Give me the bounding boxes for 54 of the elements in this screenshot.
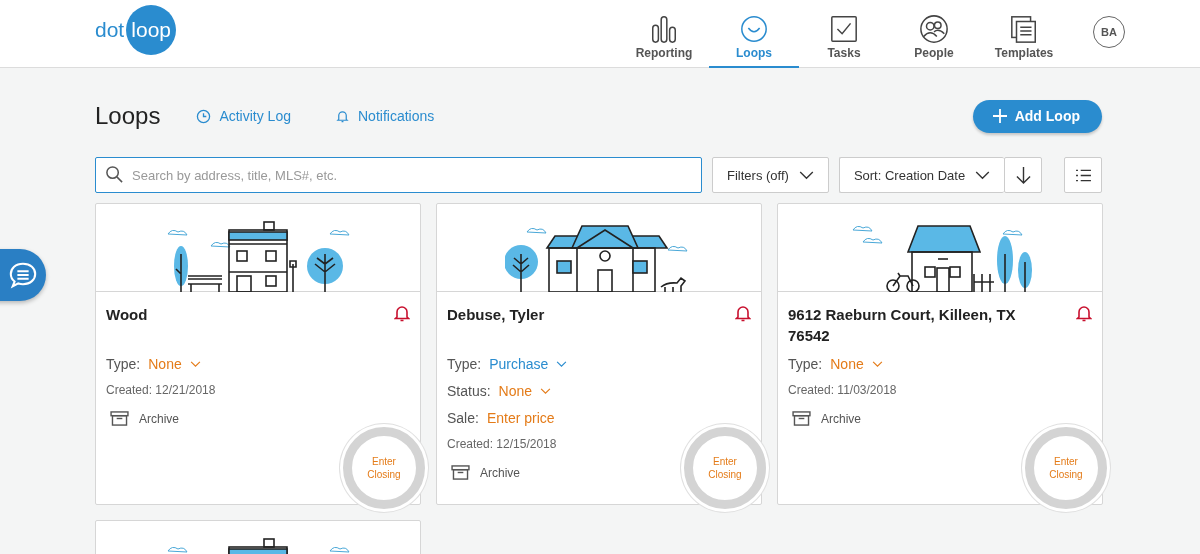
list-view-button[interactable] [1064, 157, 1102, 193]
loop-title[interactable]: Debuse, Tyler [447, 304, 545, 325]
created-date: Created: 12/15/2018 [447, 437, 558, 451]
created-date: Created: 11/03/2018 [788, 383, 898, 397]
field-label: Type: [447, 356, 482, 372]
chevron-down-icon [189, 360, 201, 368]
field-label: Sale: [447, 410, 479, 426]
archive-box-icon [110, 411, 129, 426]
bell-icon[interactable] [1076, 304, 1092, 322]
arrow-down-icon [1015, 165, 1031, 185]
bell-icon[interactable] [394, 304, 410, 322]
nav-tab[interactable]: Reporting [619, 0, 709, 68]
bar-chart-icon [649, 13, 679, 44]
archive-link[interactable]: Archive [451, 465, 520, 480]
nav-tab[interactable]: Loops [709, 0, 799, 68]
plus-icon [992, 109, 1007, 123]
people-icon [919, 13, 949, 44]
loop-title[interactable]: Wood [106, 304, 148, 325]
smile-circle-icon [739, 13, 769, 44]
chevron-down-icon [540, 387, 552, 395]
dotloop-logo[interactable]: dot loop [95, 4, 177, 55]
field-label: Status: [447, 383, 491, 399]
clock-icon [196, 108, 212, 124]
nav-tab[interactable]: Tasks [799, 0, 889, 68]
nav-tab[interactable]: People [889, 0, 979, 68]
chevron-down-icon [556, 360, 568, 368]
chat-button[interactable] [0, 249, 46, 301]
list-icon [1074, 168, 1092, 182]
archive-box-icon [792, 411, 811, 426]
logo-text: dot [95, 17, 125, 42]
sort-dropdown[interactable]: Sort: Creation Date [838, 157, 1005, 193]
bell-icon[interactable] [735, 304, 751, 322]
bell-icon [335, 108, 350, 124]
field-label: Type: [106, 356, 141, 372]
field-dropdown[interactable]: Purchase [489, 356, 568, 372]
chevron-down-icon [975, 170, 991, 180]
search-field[interactable]: Search by address, title, MLS#, etc. [95, 157, 702, 193]
field-label: Type: [788, 356, 823, 372]
add-loop-button[interactable]: Add Loop [972, 99, 1102, 133]
chevron-down-icon [871, 360, 883, 368]
archive-link[interactable]: Archive [110, 411, 179, 426]
filters-dropdown[interactable]: Filters (off) [712, 157, 829, 193]
page-title: Loops [95, 102, 161, 130]
chevron-down-icon [798, 170, 814, 180]
archive-link[interactable]: Archive [792, 411, 861, 426]
loop-title[interactable]: 9612 Raeburn Court, Killeen, TX 76542 [788, 304, 1058, 346]
archive-box-icon [451, 465, 470, 480]
nav-tab[interactable]: Templates [979, 0, 1069, 68]
checkbox-icon [829, 13, 859, 44]
sort-direction-button[interactable] [1004, 157, 1043, 193]
logo-text: loop [126, 4, 177, 55]
chat-bubble-icon [8, 260, 38, 290]
created-date: Created: 12/21/2018 [106, 383, 217, 397]
documents-icon [1009, 13, 1039, 44]
